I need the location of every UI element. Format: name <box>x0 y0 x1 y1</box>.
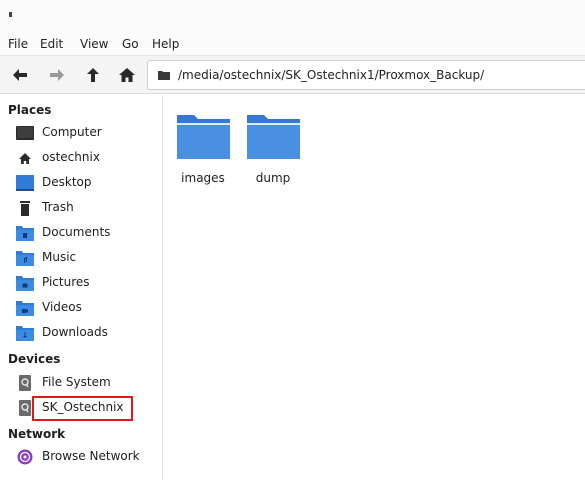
location-bar[interactable]: /media/ostechnix/SK_Ostechnix1/Proxmox_B… <box>147 60 585 90</box>
title-bar <box>0 0 585 30</box>
folder-item-dump[interactable]: dump <box>242 107 304 187</box>
arrow-up-icon <box>87 68 99 82</box>
back-button[interactable] <box>10 65 30 85</box>
sidebar-item-browse-network[interactable]: Browse Network <box>16 446 156 468</box>
toolbar: /media/ostechnix/SK_Ostechnix1/Proxmox_B… <box>0 56 585 94</box>
forward-button[interactable] <box>47 65 67 85</box>
monitor-icon <box>16 126 34 140</box>
sidebar-item-label: Videos <box>42 300 82 314</box>
folder-item-images[interactable]: images <box>172 107 234 187</box>
folder-label: dump <box>255 171 291 185</box>
sidebar-item-trash[interactable]: Trash <box>16 197 156 219</box>
arrow-left-icon <box>13 69 27 81</box>
home-button[interactable] <box>117 65 137 85</box>
sidebar-item-label: Documents <box>42 225 111 239</box>
places-heading: Places <box>8 103 52 117</box>
menu-view[interactable]: View <box>80 37 108 51</box>
network-icon <box>17 449 33 465</box>
up-button[interactable] <box>83 65 103 85</box>
sidebar-item-label: Browse Network <box>42 449 140 463</box>
sidebar-item-label: Desktop <box>42 175 92 189</box>
location-path: /media/ostechnix/SK_Ostechnix1/Proxmox_B… <box>178 68 485 82</box>
sidebar-item-computer[interactable]: Computer <box>16 122 156 144</box>
folder-icon <box>247 115 300 159</box>
folder-icon <box>177 115 230 159</box>
sidebar-item-desktop[interactable]: Desktop <box>16 172 156 194</box>
menu-file[interactable]: File <box>8 37 28 51</box>
menu-edit[interactable]: Edit <box>40 37 63 51</box>
sidebar-item-label: Music <box>42 250 77 264</box>
sidebar-item-label: Computer <box>42 125 102 139</box>
sidebar-item-ostechnix[interactable]: ostechnix <box>16 147 156 169</box>
drive-icon <box>19 375 31 391</box>
sidebar-item-label: Downloads <box>42 325 108 339</box>
highlight-annotation <box>32 396 133 421</box>
trash-icon <box>20 201 30 216</box>
desktop-icon <box>16 175 34 191</box>
sidebar: Places Computer ostechnix Desktop Trash <box>0 95 163 480</box>
sidebar-item-label: Trash <box>42 200 74 214</box>
menu-help[interactable]: Help <box>152 37 179 51</box>
folder-documents-icon <box>16 226 34 241</box>
sidebar-item-label: ostechnix <box>42 150 100 164</box>
home-icon <box>19 153 31 164</box>
arrow-right-icon <box>50 69 64 81</box>
sidebar-item-music[interactable]: Music <box>16 247 156 269</box>
folder-pictures-icon <box>16 276 34 291</box>
menu-go[interactable]: Go <box>122 37 139 51</box>
sidebar-item-documents[interactable]: Documents <box>16 222 156 244</box>
menu-bar: File Edit View Go Help <box>0 30 585 56</box>
folder-music-icon <box>16 251 34 266</box>
sidebar-item-pictures[interactable]: Pictures <box>16 272 156 294</box>
file-view: images dump <box>164 95 585 480</box>
sidebar-item-label: File System <box>42 375 111 389</box>
folder-label: images <box>181 171 225 185</box>
devices-heading: Devices <box>8 352 61 366</box>
network-heading: Network <box>8 427 66 441</box>
sidebar-item-label: Pictures <box>42 275 90 289</box>
folder-videos-icon <box>16 301 34 316</box>
sidebar-item-file-system[interactable]: File System <box>16 372 156 394</box>
folder-downloads-icon <box>16 326 34 341</box>
folder-small-icon <box>158 71 170 80</box>
sidebar-item-downloads[interactable]: Downloads <box>16 322 156 344</box>
sidebar-item-videos[interactable]: Videos <box>16 297 156 319</box>
window-menu-icon[interactable] <box>9 12 12 17</box>
home-icon <box>119 68 135 82</box>
